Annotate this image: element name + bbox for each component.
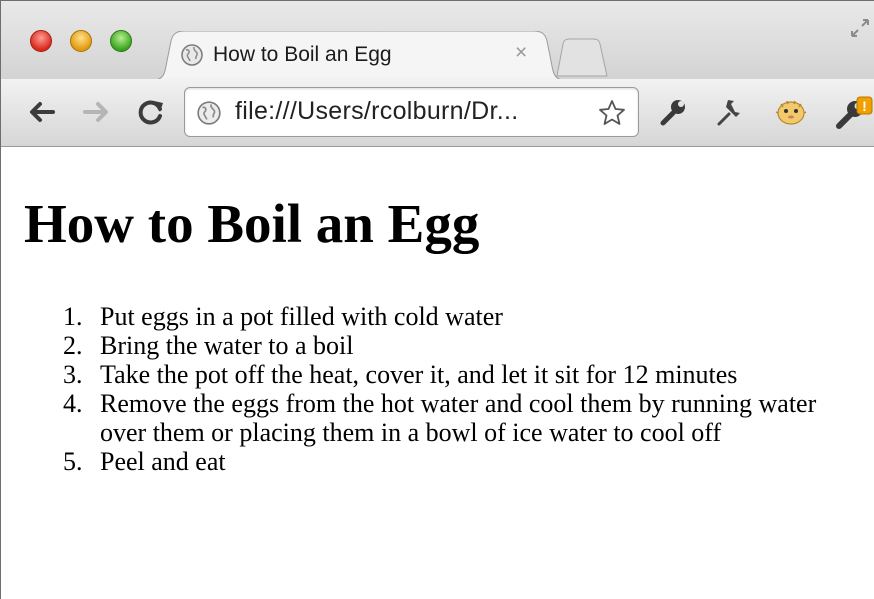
back-arrow-icon[interactable]: [25, 96, 57, 128]
forward-arrow-icon[interactable]: [81, 96, 113, 128]
list-item-number: 3.: [63, 360, 83, 389]
page-heading: How to Boil an Egg: [24, 193, 480, 254]
steps-list: 1. Put eggs in a pot filled with cold wat…: [63, 302, 863, 476]
list-item: 3. Take the pot off the heat, cover it, a…: [63, 360, 863, 389]
blowfish-icon[interactable]: [773, 96, 809, 128]
star-icon[interactable]: [597, 98, 627, 128]
list-item-number: 2.: [63, 331, 83, 360]
list-item: 2. Bring the water to a boil: [63, 331, 863, 360]
reload-icon[interactable]: [135, 96, 167, 128]
list-item-number: 4.: [63, 389, 83, 418]
list-item-text: Put eggs in a pot filled with cold water: [100, 302, 503, 331]
maximize-window-button[interactable]: [110, 30, 132, 52]
list-item-text: Peel and eat: [100, 447, 226, 476]
new-tab-button[interactable]: [555, 38, 613, 78]
pushpin-icon[interactable]: [715, 96, 747, 128]
minimize-window-button[interactable]: [70, 30, 92, 52]
tab-strip: How to Boil an Egg ×: [1, 1, 874, 81]
list-item-text: Take the pot off the heat, cover it, and…: [100, 360, 738, 389]
menu-badge-text: !: [862, 98, 867, 114]
tab-close-icon[interactable]: ×: [515, 42, 527, 64]
address-bar[interactable]: file:///Users/rcolburn/Dr...: [184, 87, 639, 137]
globe-icon: [181, 44, 203, 66]
page-content: How to Boil an Egg 1. Put eggs in a pot f…: [1, 147, 874, 599]
list-item: 4. Remove the eggs from the hot water and…: [63, 389, 863, 447]
close-window-button[interactable]: [30, 30, 52, 52]
wrench-tool-icon[interactable]: [657, 96, 689, 128]
tab-title: How to Boil an Egg: [213, 43, 392, 66]
list-item-number: 5.: [63, 447, 83, 476]
list-item: 1. Put eggs in a pot filled with cold wat…: [63, 302, 863, 331]
list-item-text: Remove the eggs from the hot water and c…: [100, 389, 817, 447]
list-item-number: 1.: [63, 302, 83, 331]
toolbar: file:///Users/rcolburn/Dr... !: [1, 79, 874, 147]
list-item-text: Bring the water to a boil: [100, 331, 354, 360]
wrench-menu-icon[interactable]: !: [833, 96, 874, 130]
address-url[interactable]: file:///Users/rcolburn/Dr...: [235, 97, 518, 126]
globe-icon: [197, 101, 221, 125]
fullscreen-icon[interactable]: [849, 17, 871, 39]
browser-window: How to Boil an Egg × file:///Users/rcolb…: [0, 0, 874, 599]
tab-active[interactable]: How to Boil an Egg ×: [153, 31, 565, 81]
list-item: 5. Peel and eat: [63, 447, 863, 476]
